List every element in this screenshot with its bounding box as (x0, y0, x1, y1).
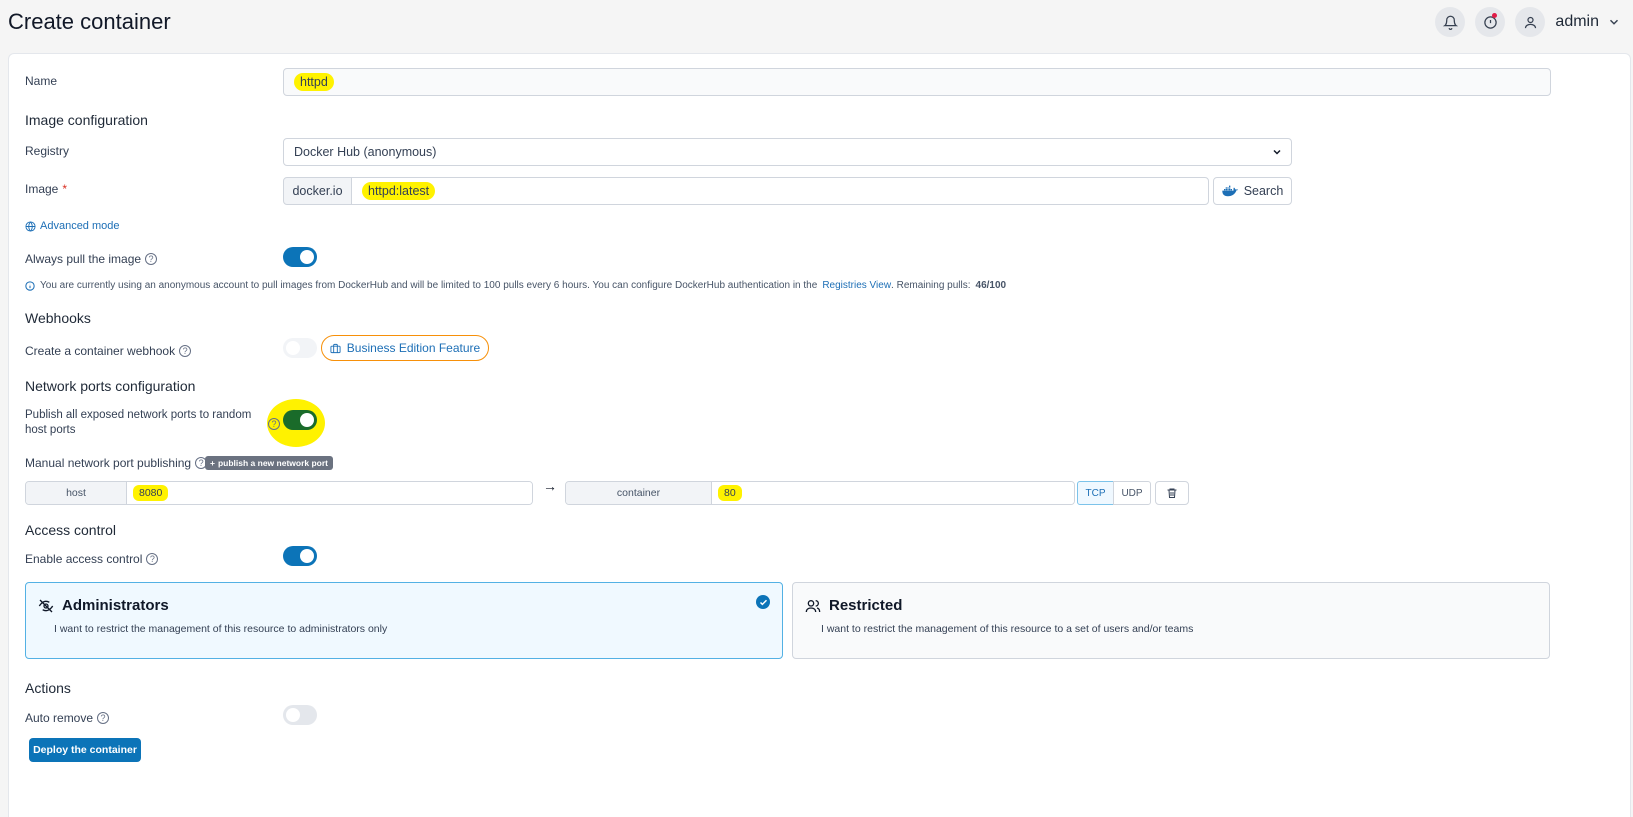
name-input[interactable]: httpd (283, 68, 1551, 96)
webhook-label: Create a container webhook? (25, 344, 192, 358)
webhook-toggle[interactable] (283, 338, 317, 358)
eye-off-icon (38, 599, 54, 612)
image-input[interactable]: httpd:latest (351, 177, 1209, 205)
publish-new-port-button[interactable]: + publish a new network port (205, 456, 334, 470)
top-actions: admin (1435, 7, 1621, 37)
top-bar: Create container admin (0, 0, 1633, 46)
image-label: Image * (25, 182, 68, 196)
deploy-button[interactable]: Deploy the container (29, 738, 141, 762)
tcp-button[interactable]: TCP (1077, 481, 1114, 505)
restricted-title: Restricted (805, 597, 902, 614)
container-port-label: container (566, 482, 712, 504)
name-label: Name (25, 74, 58, 88)
access-control-toggle[interactable] (283, 546, 317, 566)
briefcase-icon (330, 343, 341, 353)
advanced-mode-link[interactable]: Advanced mode (25, 220, 120, 232)
plus-icon: + (210, 458, 215, 468)
publish-all-toggle[interactable] (283, 410, 317, 430)
always-pull-label: Always pull the image? (25, 252, 158, 266)
user-menu[interactable]: admin (1555, 13, 1621, 31)
help-icon: ? (146, 553, 159, 565)
help-icon: ? (97, 712, 110, 724)
access-control-label: Enable access control? (25, 552, 159, 566)
trash-icon (1167, 488, 1177, 498)
dockerhub-info: You are currently using an anonymous acc… (25, 280, 1006, 291)
docker-icon (1222, 185, 1238, 197)
registry-select[interactable]: Docker Hub (anonymous) (283, 138, 1292, 166)
actions-heading: Actions (25, 680, 71, 696)
always-pull-toggle[interactable] (283, 247, 317, 267)
users-icon (805, 599, 821, 612)
create-container-form: Name httpd Image configuration Registry … (8, 53, 1631, 817)
business-edition-badge[interactable]: Business Edition Feature (321, 335, 489, 361)
arrow-right-icon: → (543, 478, 557, 494)
chevron-down-icon (1609, 19, 1619, 25)
help-icon[interactable] (1475, 7, 1506, 37)
administrators-title: Administrators (38, 597, 169, 614)
manual-port-label: Manual network port publishing? (25, 456, 208, 470)
help-icon: ? (179, 345, 192, 357)
network-heading: Network ports configuration (25, 378, 196, 394)
chevron-down-icon (1273, 149, 1281, 155)
container-port-input[interactable]: 80 (712, 482, 1074, 504)
checkmark-icon (756, 595, 770, 609)
host-port-group: host 8080 (25, 481, 533, 505)
user-icon[interactable] (1515, 7, 1546, 37)
delete-port-button[interactable] (1155, 481, 1189, 505)
restricted-description: I want to restrict the management of thi… (821, 623, 1194, 635)
udp-button[interactable]: UDP (1113, 481, 1151, 505)
bell-icon[interactable] (1435, 7, 1466, 37)
image-registry-prefix: docker.io (283, 177, 352, 205)
administrators-option[interactable]: Administrators I want to restrict the ma… (25, 582, 783, 659)
administrators-description: I want to restrict the management of thi… (54, 623, 388, 635)
host-port-input[interactable]: 8080 (127, 482, 532, 504)
registries-view-link[interactable]: Registries View (822, 280, 891, 291)
container-port-group: container 80 (565, 481, 1075, 505)
help-icon: ? (268, 418, 280, 430)
restricted-option[interactable]: Restricted I want to restrict the manage… (792, 582, 1550, 659)
publish-all-label: Publish all exposed network ports to ran… (25, 409, 252, 436)
username: admin (1555, 13, 1599, 30)
globe-icon (25, 220, 36, 232)
host-port-label: host (26, 482, 127, 504)
registry-label: Registry (25, 144, 70, 158)
help-icon: ? (145, 253, 158, 265)
info-icon (25, 280, 35, 291)
image-config-heading: Image configuration (25, 112, 148, 128)
search-button[interactable]: Search (1213, 177, 1292, 205)
access-control-heading: Access control (25, 522, 117, 538)
auto-remove-label: Auto remove? (25, 711, 110, 725)
webhooks-heading: Webhooks (25, 310, 91, 326)
page-title: Create container (8, 9, 171, 34)
auto-remove-toggle[interactable] (283, 705, 317, 725)
